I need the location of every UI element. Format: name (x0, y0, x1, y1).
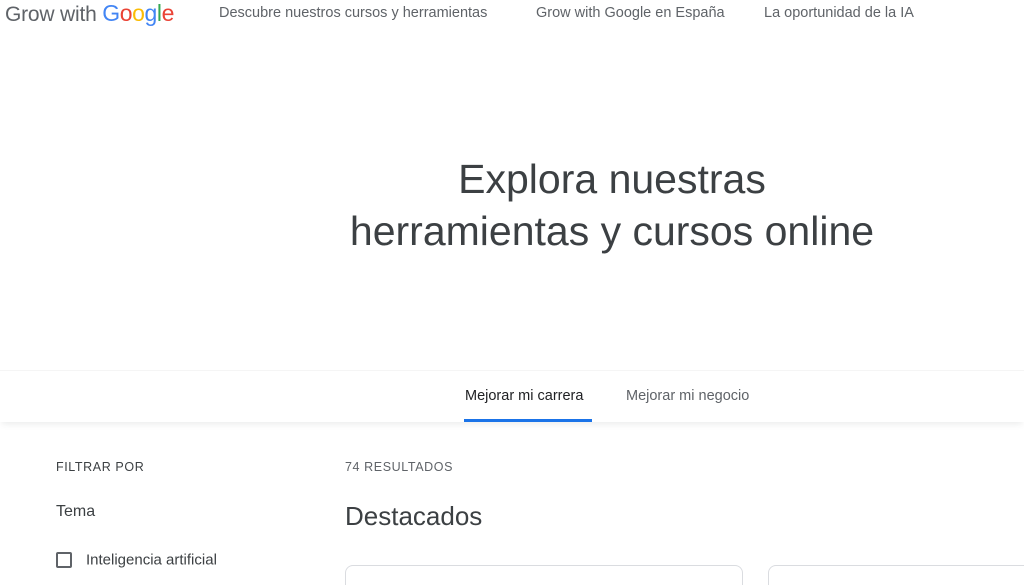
section-title-destacados: Destacados (345, 501, 483, 531)
checkbox-icon[interactable] (56, 551, 72, 568)
logo-letter: G (102, 0, 120, 26)
nav-link-cursos[interactable]: Descubre nuestros cursos y herramientas (219, 5, 487, 21)
nav-link-espana[interactable]: Grow with Google en España (536, 5, 725, 21)
logo-letter: o (119, 0, 133, 26)
featured-card[interactable] (345, 565, 743, 585)
logo-letter: e (161, 0, 175, 26)
featured-card[interactable] (768, 565, 1024, 585)
results-area: FILTRAR POR Tema Inteligencia artificial… (0, 423, 1024, 585)
tab-mejorar-carrera[interactable]: Mejorar mi carrera (465, 387, 583, 405)
logo-google-wordmark: Google (102, 0, 174, 26)
filter-topic-label: Tema (56, 503, 96, 520)
hero-title-line-1: Explora nuestras (458, 156, 766, 202)
logo-letter: o (132, 0, 145, 26)
filter-heading: FILTRAR POR (56, 460, 145, 474)
filter-option-label: Inteligencia artificial (86, 551, 217, 569)
filter-option-inteligencia-artificial[interactable]: Inteligencia artificial (56, 551, 217, 573)
top-navigation: Grow with Google Descubre nuestros curso… (0, 0, 1024, 28)
logo-letter: g (144, 0, 158, 26)
hero-section: Explora nuestras herramientas y cursos o… (0, 30, 1024, 370)
hero-title: Explora nuestras herramientas y cursos o… (200, 153, 1024, 257)
logo-prefix: Grow with (5, 3, 103, 26)
active-tab-indicator (464, 419, 592, 422)
results-count: 74 RESULTADOS (345, 460, 454, 474)
category-tabs: Mejorar mi carrera Mejorar mi negocio (0, 370, 1024, 422)
nav-link-ia[interactable]: La oportunidad de la IA (764, 5, 914, 21)
grow-with-google-logo[interactable]: Grow with Google (5, 0, 174, 28)
tab-mejorar-negocio[interactable]: Mejorar mi negocio (626, 387, 749, 405)
hero-title-line-2: herramientas y cursos online (349, 208, 875, 254)
